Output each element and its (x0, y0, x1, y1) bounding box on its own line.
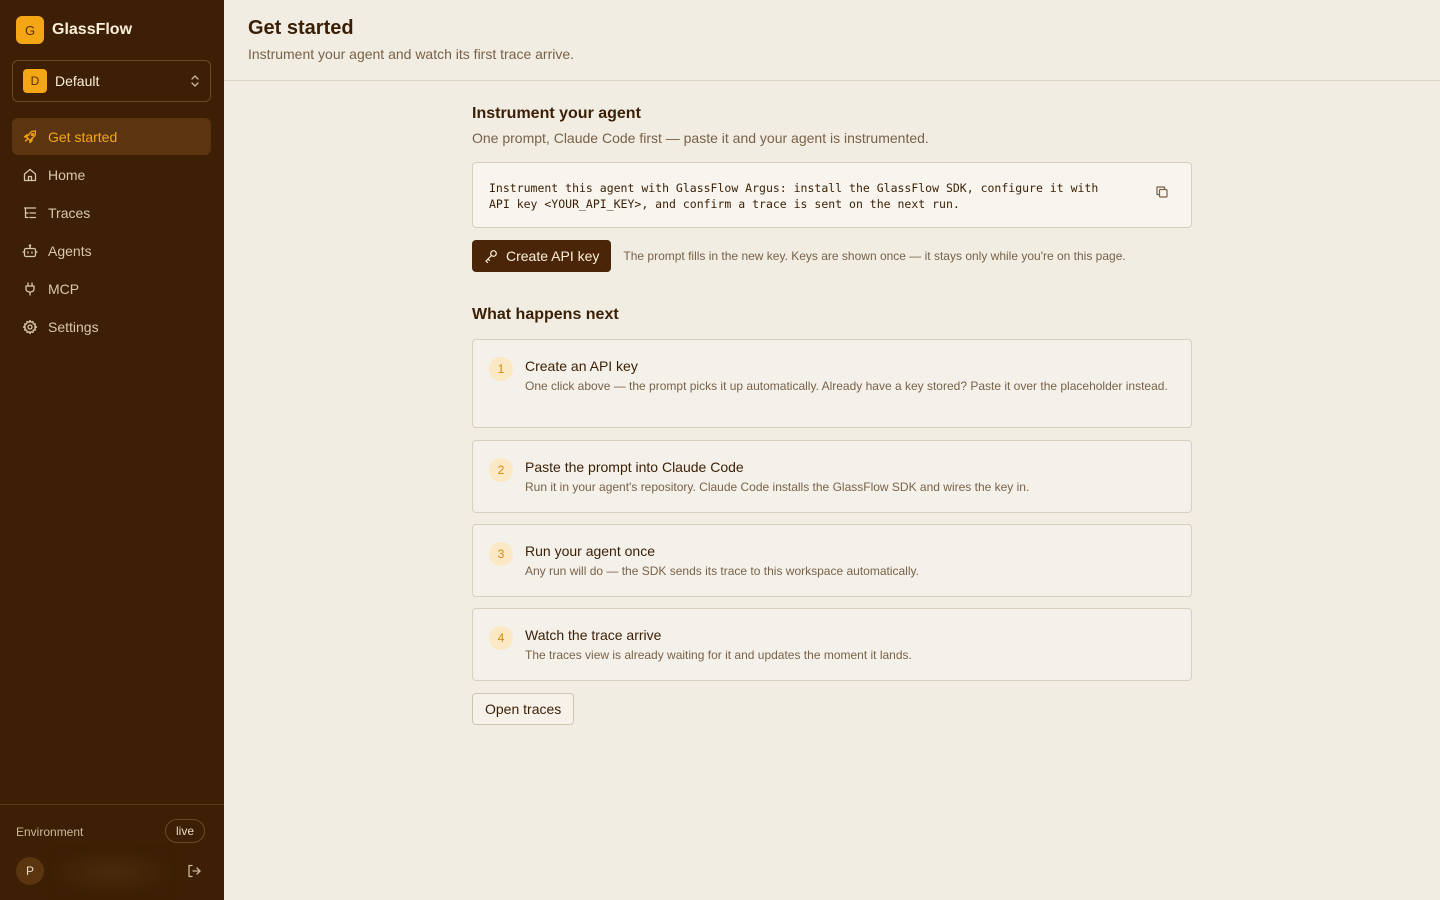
open-traces-button[interactable]: Open traces (472, 693, 575, 725)
page-subtitle: Instrument your agent and watch its firs… (248, 46, 575, 62)
user-info-redacted (52, 849, 172, 895)
step-title: Run your agent once (525, 543, 655, 559)
sidebar-nav: Get started Home Traces Agents MCP Setti… (12, 118, 211, 346)
home-icon (23, 168, 37, 181)
step-description: Any run will do — the SDK sends its trac… (525, 564, 919, 578)
sidebar-item-mcp[interactable]: MCP (12, 270, 211, 307)
step-title: Paste the prompt into Claude Code (525, 459, 744, 475)
key-icon (485, 250, 497, 263)
prompt-line: API key <YOUR_API_KEY>, and confirm a tr… (489, 197, 960, 211)
sidebar-item-label: Get started (48, 128, 118, 145)
sidebar-item-get-started[interactable]: Get started (12, 118, 211, 155)
environment-badge[interactable]: live (165, 819, 206, 843)
plug-icon (25, 281, 35, 296)
step-title: Watch the trace arrive (525, 627, 662, 643)
brand[interactable]: G GlassFlow (16, 16, 132, 44)
api-key-note: The prompt fills in the new key. Keys ar… (623, 249, 1126, 263)
prompt-line: Instrument this agent with GlassFlow Arg… (489, 181, 1099, 195)
sidebar-item-settings[interactable]: Settings (12, 308, 211, 345)
sidebar: G GlassFlow D Default Get started Home T… (0, 0, 224, 900)
sidebar-item-label: Home (48, 166, 86, 183)
step-number: 2 (489, 458, 513, 482)
workspace-switcher[interactable]: D Default (12, 60, 211, 102)
chevron-up-down-icon (191, 75, 199, 87)
brand-logo: G (16, 16, 44, 44)
sidebar-item-label: Settings (48, 318, 99, 335)
step-card: 3 Run your agent once Any run will do — … (472, 524, 1192, 597)
page-title: Get started (248, 17, 354, 39)
step-title: Create an API key (525, 358, 638, 374)
step-description: One click above — the prompt picks it up… (525, 379, 1168, 393)
avatar[interactable]: P (16, 857, 44, 885)
sidebar-item-traces[interactable]: Traces (12, 194, 211, 231)
page-header: Get started Instrument your agent and wa… (224, 0, 1440, 81)
gear-icon (22, 319, 38, 334)
list-tree-icon (23, 206, 37, 218)
sidebar-item-label: Agents (48, 242, 92, 259)
robot-icon (22, 243, 38, 257)
instrument-subtitle: One prompt, Claude Code first — paste it… (472, 130, 929, 146)
step-card: 4 Watch the trace arrive The traces view… (472, 608, 1192, 681)
sidebar-item-label: MCP (48, 280, 80, 297)
create-api-key-button[interactable]: Create API key (472, 240, 612, 272)
step-number: 3 (489, 542, 513, 566)
brand-name: GlassFlow (52, 21, 133, 38)
create-api-key-label: Create API key (506, 248, 600, 264)
instrument-title: Instrument your agent (472, 105, 641, 122)
sidebar-item-agents[interactable]: Agents (12, 232, 211, 269)
copy-icon[interactable] (1155, 185, 1169, 199)
environment-label: Environment (16, 825, 84, 839)
step-description: Run it in your agent's repository. Claud… (525, 480, 1030, 494)
sidebar-item-label: Traces (48, 204, 91, 221)
api-key-row: Create API key The prompt fills in the n… (472, 240, 1192, 272)
step-number: 1 (489, 357, 513, 381)
main-content: Instrument your agent One prompt, Claude… (472, 105, 1192, 725)
workspace-name: Default (55, 73, 100, 89)
prompt-code-box[interactable]: Instrument this agent with GlassFlow Arg… (472, 162, 1192, 228)
next-steps-title: What happens next (472, 306, 619, 323)
logout-icon[interactable] (186, 863, 202, 879)
step-description: The traces view is already waiting for i… (525, 648, 912, 662)
sidebar-item-home[interactable]: Home (12, 156, 211, 193)
rocket-icon (23, 129, 37, 143)
sidebar-footer: Environment live P (0, 804, 224, 900)
step-number: 4 (489, 626, 513, 650)
step-card: 1 Create an API key One click above — th… (472, 339, 1192, 428)
step-card: 2 Paste the prompt into Claude Code Run … (472, 440, 1192, 513)
workspace-badge: D (23, 69, 47, 93)
